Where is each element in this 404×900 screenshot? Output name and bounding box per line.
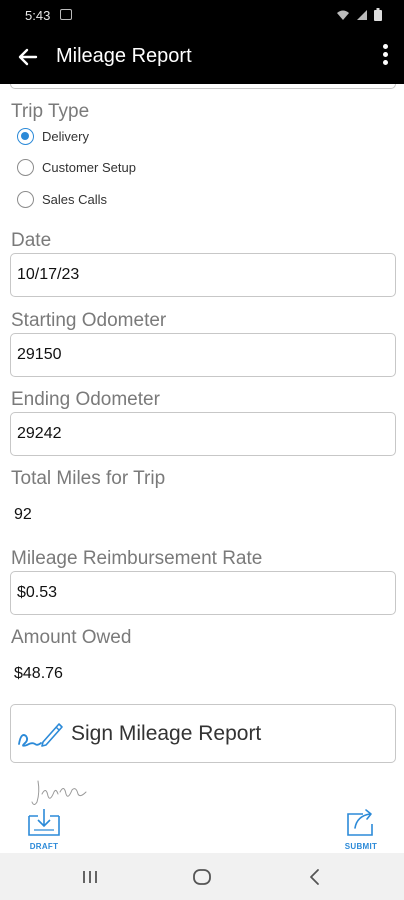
back-arrow-icon[interactable] — [14, 43, 42, 71]
save-draft-icon — [28, 809, 60, 836]
radio-sales-calls[interactable]: Sales Calls — [17, 191, 107, 208]
date-field[interactable]: 10/17/23 — [10, 253, 396, 297]
page-title: Mileage Report — [56, 45, 192, 67]
radio-delivery[interactable]: Delivery — [17, 128, 89, 145]
date-label: Date — [11, 230, 52, 251]
draft-label: DRAFT — [29, 842, 59, 851]
app-bar: Mileage Report — [0, 30, 404, 84]
radio-unchecked-icon[interactable] — [17, 159, 34, 176]
starting-odometer-field[interactable]: 29150 — [10, 333, 396, 377]
home-icon[interactable] — [190, 865, 214, 889]
wifi-icon — [337, 10, 349, 20]
sign-report-button[interactable]: Sign Mileage Report — [10, 704, 396, 763]
total-miles-label: Total Miles for Trip — [11, 468, 166, 489]
system-icons — [336, 8, 382, 21]
share-submit-icon — [347, 809, 373, 836]
previous-field[interactable] — [10, 84, 396, 89]
status-bar: 5:43 — [0, 0, 404, 30]
recent-apps-icon[interactable] — [78, 865, 102, 889]
system-nav-bar — [0, 853, 404, 900]
sign-button-label: Sign Mileage Report — [71, 721, 262, 745]
signal-icon — [357, 9, 367, 20]
reimbursement-rate-field[interactable]: $0.53 — [10, 571, 396, 615]
radio-customer-setup[interactable]: Customer Setup — [17, 159, 136, 176]
battery-icon — [374, 8, 382, 21]
total-miles-value: 92 — [14, 506, 32, 523]
starting-odometer-label: Starting Odometer — [11, 310, 167, 331]
ending-odometer-label: Ending Odometer — [11, 389, 160, 410]
amount-owed-value: $48.76 — [14, 665, 63, 682]
amount-owed-label: Amount Owed — [11, 627, 132, 648]
back-nav-icon[interactable] — [303, 865, 327, 889]
ending-odometer-field[interactable]: 29242 — [10, 412, 396, 456]
draft-button[interactable]: DRAFT — [24, 806, 64, 851]
reimbursement-rate-label: Mileage Reimbursement Rate — [11, 548, 263, 569]
signature-pen-icon — [18, 722, 63, 747]
radio-checked-icon[interactable] — [17, 128, 34, 145]
submit-button[interactable]: SUBMIT — [341, 806, 381, 851]
radio-label-delivery: Delivery — [42, 129, 89, 144]
overflow-menu-icon[interactable] — [380, 44, 390, 70]
form-content[interactable]: Trip Type Delivery Customer Setup Sales … — [0, 84, 404, 853]
trip-type-label: Trip Type — [11, 101, 90, 122]
radio-unchecked-icon[interactable] — [17, 191, 34, 208]
status-time: 5:43 — [25, 8, 51, 23]
submit-label: SUBMIT — [344, 842, 378, 851]
radio-label-customer-setup: Customer Setup — [42, 160, 136, 175]
radio-label-sales-calls: Sales Calls — [42, 192, 108, 207]
notification-icon — [60, 9, 72, 20]
